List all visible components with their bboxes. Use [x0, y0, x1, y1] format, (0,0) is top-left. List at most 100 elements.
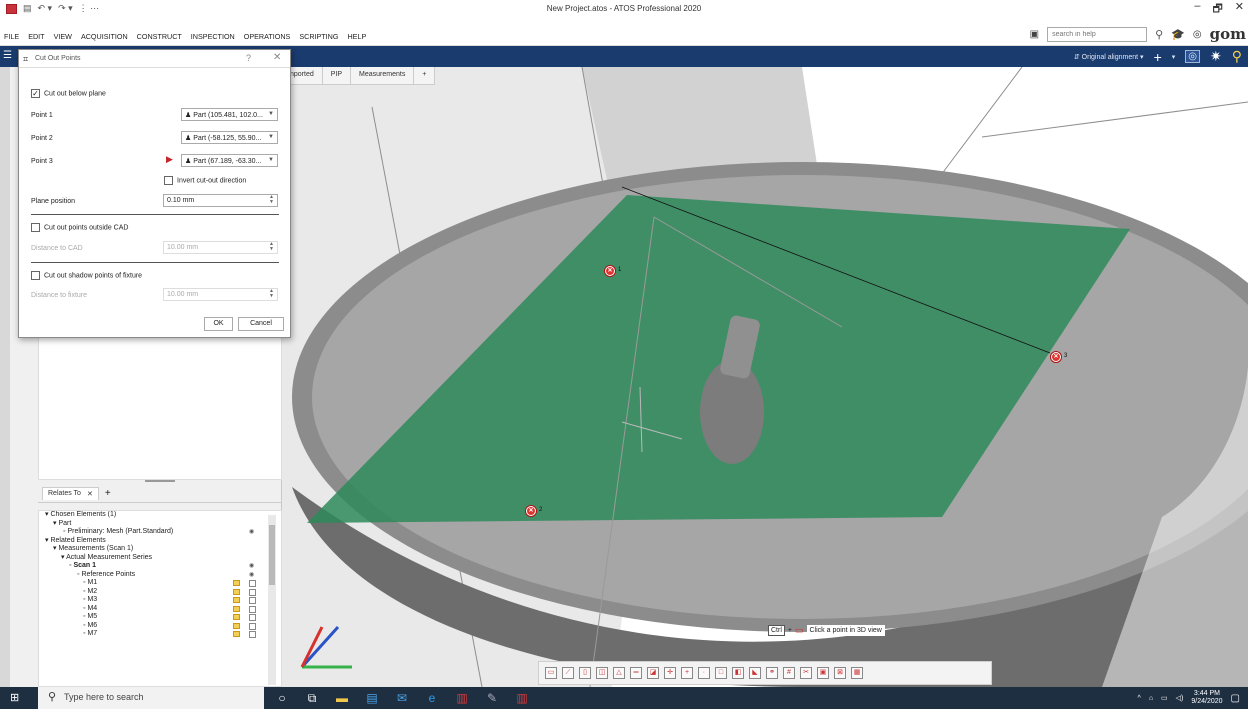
lock-icon[interactable] [233, 605, 240, 612]
menu-scripting[interactable]: SCRIPTING [299, 32, 338, 41]
tree-row[interactable]: ◦ M5 [39, 613, 281, 622]
taskbar-search[interactable]: ⚲ Type here to search [38, 687, 264, 709]
tool-icon[interactable]: ✎ [484, 690, 500, 706]
display-icon[interactable]: ▭ [1161, 694, 1168, 702]
light-icon[interactable]: ✷ [1210, 48, 1222, 65]
lock-icon[interactable] [233, 588, 240, 595]
menu-icon[interactable]: ☰ [3, 50, 12, 61]
tree-row[interactable]: ◦ M7 [39, 630, 281, 639]
help-button[interactable]: ? [246, 53, 251, 63]
visibility-eye-icon[interactable]: ◉ [249, 528, 254, 537]
add-element-button[interactable]: + [1154, 49, 1162, 65]
cortana-icon[interactable]: ○ [274, 690, 290, 706]
cross-icon[interactable]: + [681, 667, 693, 679]
app-icon[interactable]: ▥ [454, 690, 470, 706]
help-search-input[interactable] [1047, 26, 1148, 42]
chevron-up-icon[interactable]: ^ [1138, 695, 1141, 702]
tree-row[interactable]: ◦ Scan 1 ◉ [39, 562, 281, 571]
panel-splitter[interactable] [145, 480, 175, 482]
edge-icon[interactable]: e [424, 690, 440, 706]
distance-cad-input[interactable]: 10.00 mm ▲ ▼ [163, 241, 278, 254]
store-icon[interactable]: ▤ [364, 690, 380, 706]
lock-icon[interactable] [233, 614, 240, 620]
row-checkbox[interactable] [249, 631, 256, 638]
support-icon[interactable]: ◎ [1193, 29, 1202, 40]
row-checkbox[interactable] [249, 597, 256, 604]
notification-icon[interactable]: ▢ [1231, 693, 1240, 704]
select-mode-icon[interactable]: ⟋ [562, 667, 574, 679]
point3-select[interactable]: ♟ Part (67.189, -63.30... ▼ [181, 154, 278, 167]
scissors-icon[interactable]: ✂ [800, 667, 812, 679]
row-checkbox[interactable] [249, 580, 256, 587]
point-marker-2[interactable]: ✕ [526, 506, 536, 516]
menu-view[interactable]: VIEW [54, 32, 72, 41]
row-checkbox[interactable] [249, 622, 256, 630]
tree-row[interactable]: ◦ M1 [39, 579, 281, 588]
dialog-close-button[interactable]: ✕ [273, 52, 281, 63]
angle-icon[interactable]: ◣ [749, 667, 761, 679]
3d-scene[interactable] [282, 67, 1248, 687]
network-icon[interactable]: ⌂ [1149, 695, 1153, 702]
menu-edit[interactable]: EDIT [28, 32, 44, 41]
relations-tree[interactable]: ▾ Chosen Elements (1) ▾ Part ◦ Preliminary… [38, 510, 282, 687]
tree-row[interactable]: ▾ Chosen Elements (1) [39, 511, 281, 520]
menu-file[interactable]: FILE [4, 32, 19, 41]
point1-select[interactable]: ♟ Part (105.481, 102.0... ▼ [181, 108, 278, 121]
link-icon[interactable]: ⚭ [766, 667, 778, 679]
tree-row[interactable]: ◦ Reference Points ◉ [39, 571, 281, 580]
alignment-dropdown[interactable]: ⇵ Original alignment ▾ [1074, 53, 1144, 61]
add-tab-button[interactable]: + [414, 67, 436, 84]
tree-row[interactable]: ◦ M2 [39, 588, 281, 597]
windows-start-icon[interactable]: ⊞ [10, 692, 22, 704]
triangle-icon[interactable]: △ [613, 667, 625, 679]
cut-below-plane-checkbox[interactable]: ✓ [31, 89, 40, 98]
ok-button[interactable]: OK [204, 317, 233, 331]
tree-row[interactable]: ◦ M4 [39, 605, 281, 614]
spin-arrows-icon[interactable]: ▲ ▼ [269, 195, 274, 205]
mail-icon[interactable]: ✉ [394, 690, 410, 706]
menu-help[interactable]: HELP [347, 32, 366, 41]
search-settings-icon[interactable]: ⚲ [1155, 28, 1163, 41]
point2-select[interactable]: ♟ Part (-58.125, 55.90... ▼ [181, 131, 278, 144]
view-option-icon[interactable]: ▭ [545, 667, 557, 679]
close-button[interactable]: ✕ [1235, 0, 1244, 19]
split-view-icon[interactable]: ◫ [596, 667, 608, 679]
tree-row[interactable]: ◦ Preliminary: Mesh (Part.Standard) ◉ [39, 528, 281, 537]
grid-icon[interactable]: # [783, 667, 795, 679]
visibility-eye-icon[interactable]: ◉ [249, 562, 254, 571]
row-checkbox[interactable] [249, 614, 256, 621]
tree-row[interactable]: ▾ Measurements (Scan 1) [39, 545, 281, 554]
scrollbar-thumb[interactable] [269, 525, 275, 585]
invert-checkbox[interactable] [164, 176, 173, 185]
ruler-icon[interactable]: ═ [630, 667, 642, 679]
file-explorer-icon[interactable]: ▬ [334, 690, 350, 706]
add-dropdown-icon[interactable]: ▾ [1172, 53, 1176, 61]
minimize-button[interactable]: – [1194, 0, 1200, 19]
tab-relates-to[interactable]: Relates To ✕ [42, 487, 99, 500]
tree-scrollbar[interactable] [268, 515, 276, 685]
distance-fixture-input[interactable]: 10.00 mm ▲ ▼ [163, 288, 278, 301]
clock[interactable]: 3:44 PM 9/24/2020 [1191, 690, 1222, 706]
atos-icon[interactable]: ▥ [514, 690, 530, 706]
tree-row[interactable]: ◦ M3 [39, 596, 281, 605]
rectangle-icon[interactable]: □ [715, 667, 727, 679]
lock-icon[interactable] [233, 631, 240, 637]
view-mode-icon[interactable]: ◎ [1185, 50, 1200, 63]
task-view-icon[interactable]: ⧉ [304, 690, 320, 706]
plane-position-input[interactable]: 0.10 mm ▲ ▼ [163, 194, 278, 207]
axis-icon[interactable]: ✛ [664, 667, 676, 679]
tab-measurements[interactable]: Measurements [351, 67, 415, 84]
point-marker-1[interactable]: ✕ [605, 266, 615, 276]
tree-row[interactable]: ▾ Related Elements [39, 537, 281, 546]
lock-icon[interactable] [233, 580, 240, 586]
snapshot-icon[interactable]: ▣ [817, 667, 829, 679]
menu-construct[interactable]: CONSTRUCT [137, 32, 182, 41]
3d-viewport[interactable] [282, 67, 1248, 687]
volume-icon[interactable]: ◁) [1176, 694, 1184, 702]
cancel-button[interactable]: Cancel [238, 317, 284, 331]
row-checkbox[interactable] [249, 588, 256, 596]
menu-acquisition[interactable]: ACQUISITION [81, 32, 128, 41]
dots-icon[interactable]: ∙ [698, 667, 710, 679]
spin-arrows-icon[interactable]: ▲ ▼ [269, 242, 274, 252]
menu-inspection[interactable]: INSPECTION [191, 32, 235, 41]
